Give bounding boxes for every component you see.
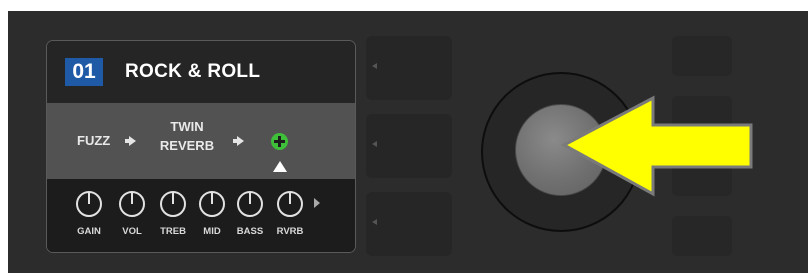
chain-arrow-icon <box>233 136 244 146</box>
knob-bass[interactable] <box>237 191 263 217</box>
soft-key-1[interactable] <box>366 36 452 100</box>
knob-label-vol: VOL <box>122 226 142 237</box>
knob-treb[interactable] <box>160 191 186 217</box>
preset-number: 01 <box>65 58 103 86</box>
caret-up-icon <box>273 161 287 172</box>
lcd-display: 01 ROCK & ROLL FUZZ TWIN REVERB GAIN VOL… <box>46 40 356 253</box>
knob-mid[interactable] <box>199 191 225 217</box>
chain-item-fuzz[interactable]: FUZZ <box>77 131 110 150</box>
right-button-1[interactable] <box>672 36 732 76</box>
signal-chain: FUZZ TWIN REVERB <box>47 103 355 179</box>
knob-label-gain: GAIN <box>77 226 101 237</box>
soft-key-3[interactable] <box>366 192 452 256</box>
soft-key-arrow-icon <box>372 63 377 69</box>
knob-gain[interactable] <box>76 191 102 217</box>
chain-item-label-line1: TWIN <box>170 119 204 134</box>
knob-row: GAIN VOL TREB MID BASS RVRB <box>47 179 355 252</box>
more-knobs-arrow-icon[interactable] <box>314 198 320 208</box>
preset-name: ROCK & ROLL <box>125 61 261 82</box>
right-button-4[interactable] <box>672 216 732 256</box>
chain-item-twin-reverb[interactable]: TWIN REVERB <box>147 117 227 155</box>
knob-rvrb[interactable] <box>277 191 303 217</box>
chain-item-label: FUZZ <box>77 133 111 148</box>
knob-vol[interactable] <box>119 191 145 217</box>
knob-label-treb: TREB <box>160 226 186 237</box>
chain-arrow-icon <box>125 136 136 146</box>
knob-label-bass: BASS <box>236 226 264 237</box>
pointer-arrow-icon <box>560 95 753 197</box>
plus-circle-icon[interactable] <box>271 133 288 150</box>
knob-label-rvrb: RVRB <box>276 226 304 237</box>
soft-key-2[interactable] <box>366 114 452 178</box>
soft-key-arrow-icon <box>372 141 377 147</box>
chain-item-label-line2: REVERB <box>159 138 215 153</box>
preset-header: 01 ROCK & ROLL <box>47 41 355 103</box>
knob-label-mid: MID <box>203 226 221 237</box>
soft-key-arrow-icon <box>372 219 377 225</box>
